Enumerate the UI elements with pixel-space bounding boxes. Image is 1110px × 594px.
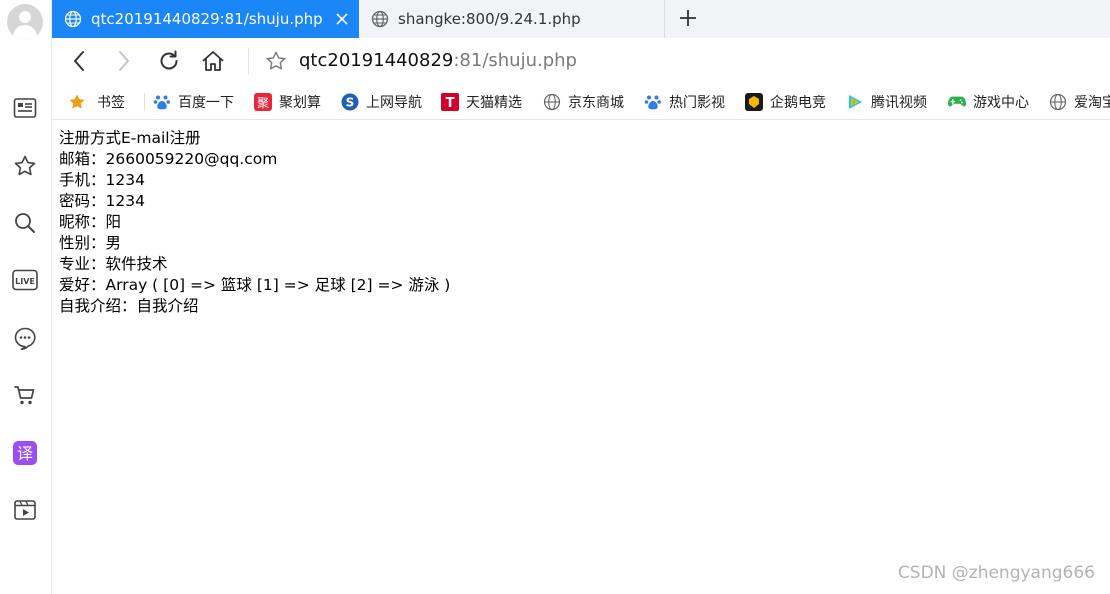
tmall-icon: T [441,93,459,111]
star-icon [68,93,86,111]
gender-line: 性别：男 [59,234,122,252]
bookmark-label: 企鹅电竞 [770,95,826,111]
svg-text:LIVE: LIVE [15,277,35,286]
svg-text:S: S [346,96,355,110]
svg-text:T: T [446,96,455,111]
tab-shuju[interactable]: qtc20191440829:81/shuju.php [52,0,359,38]
phone-line: 手机：1234 [59,171,145,189]
bookmark-label: 上网导航 [366,95,422,111]
globe-icon [543,93,561,111]
tab-title: shangke:800/9.24.1.php [398,10,581,28]
avatar[interactable] [7,4,43,40]
favorites-star-icon[interactable] [12,153,38,179]
bookmark-star-icon[interactable] [263,48,289,74]
bookmark-item[interactable]: 热门影视 [644,92,725,112]
tab-shangke[interactable]: shangke:800/9.24.1.php [359,0,665,38]
bookmark-separator [144,93,145,111]
home-icon[interactable] [200,48,226,74]
url-path: :81/shuju.php [453,50,577,71]
bookmark-label: 腾讯视频 [871,95,927,111]
bookmark-item[interactable]: 游戏中心 [948,92,1029,112]
bookmark-item[interactable]: 京东商城 [543,92,624,112]
bookmark-item[interactable]: 爱淘宝 [1049,92,1110,112]
baidu-paw-icon [644,93,662,111]
address-bar[interactable]: qtc20191440829:81/shuju.php [299,50,577,72]
forward-arrow-icon[interactable] [111,48,137,74]
penguin-esports-icon [745,93,763,111]
video-player-icon[interactable] [12,497,38,523]
browser-window: LIVE 译 qtc20191440829:81/shuju.php shang… [0,0,1110,594]
reload-icon[interactable] [156,48,182,74]
bookmark-label: 热门影视 [669,95,725,111]
bookmark-item[interactable]: 腾讯视频 [846,92,927,112]
registration-method-line: 注册方式E-mail注册 [59,129,201,147]
bookmark-item[interactable]: 书签 [68,92,125,112]
translate-icon[interactable]: 译 [12,440,38,466]
navigation-bar: qtc20191440829:81/shuju.php [52,38,1110,84]
password-line: 密码：1234 [59,192,145,210]
bookmark-label: 书签 [97,95,125,111]
bookmark-label: 京东商城 [568,95,624,111]
major-line: 专业：软件技术 [59,255,168,273]
self-intro-line: 自我介绍：自我介绍 [59,297,199,315]
bookmarks-bar: 书签 百度一下 聚 聚划算 S 上网导航 T 天猫精选 京东商城 热门影视 企鹅… [52,84,1110,120]
baidu-paw-icon [153,93,171,111]
bookmark-item[interactable]: 企鹅电竞 [745,92,826,112]
live-icon[interactable]: LIVE [12,267,38,293]
gamepad-icon [948,93,966,111]
bookmark-label: 天猫精选 [466,95,522,111]
bookmark-label: 游戏中心 [973,95,1029,111]
hobbies-line: 爱好：Array ( [0] => 篮球 [1] => 足球 [2] => 游泳… [59,276,451,294]
globe-icon [371,10,389,28]
tab-strip: qtc20191440829:81/shuju.php shangke:800/… [52,0,1110,38]
close-icon[interactable] [333,10,351,28]
svg-text:译: 译 [17,444,33,463]
shopping-cart-icon[interactable] [12,382,38,408]
bookmark-item[interactable]: 百度一下 [153,92,234,112]
juhuasuan-icon: 聚 [254,93,272,111]
bookmark-item[interactable]: T 天猫精选 [441,92,522,112]
sogou-icon: S [341,93,359,111]
bookmark-label: 爱淘宝 [1074,95,1110,111]
globe-icon [1049,93,1067,111]
chat-bubble-icon[interactable] [12,325,38,351]
bookmark-item[interactable]: S 上网导航 [341,92,422,112]
svg-text:聚: 聚 [257,96,269,110]
page-content: 注册方式E-mail注册 邮箱：2660059220@qq.com 手机：123… [59,128,450,317]
nickname-line: 昵称：阳 [59,213,122,231]
watermark: CSDN @zhengyang666 [897,563,1095,583]
url-host: qtc20191440829 [299,50,454,71]
new-tab-plus-icon[interactable] [676,6,700,30]
tab-title: qtc20191440829:81/shuju.php [91,10,323,28]
bookmark-label: 聚划算 [279,95,321,111]
globe-icon [64,10,82,28]
left-sidebar: LIVE 译 [0,0,52,594]
search-icon[interactable] [12,210,38,236]
tencent-video-icon [846,93,864,111]
bookmark-item[interactable]: 聚 聚划算 [254,92,321,112]
nav-separator [248,48,249,74]
back-arrow-icon[interactable] [66,48,92,74]
email-line: 邮箱：2660059220@qq.com [59,150,278,168]
news-icon[interactable] [12,95,38,121]
bookmark-label: 百度一下 [178,95,234,111]
